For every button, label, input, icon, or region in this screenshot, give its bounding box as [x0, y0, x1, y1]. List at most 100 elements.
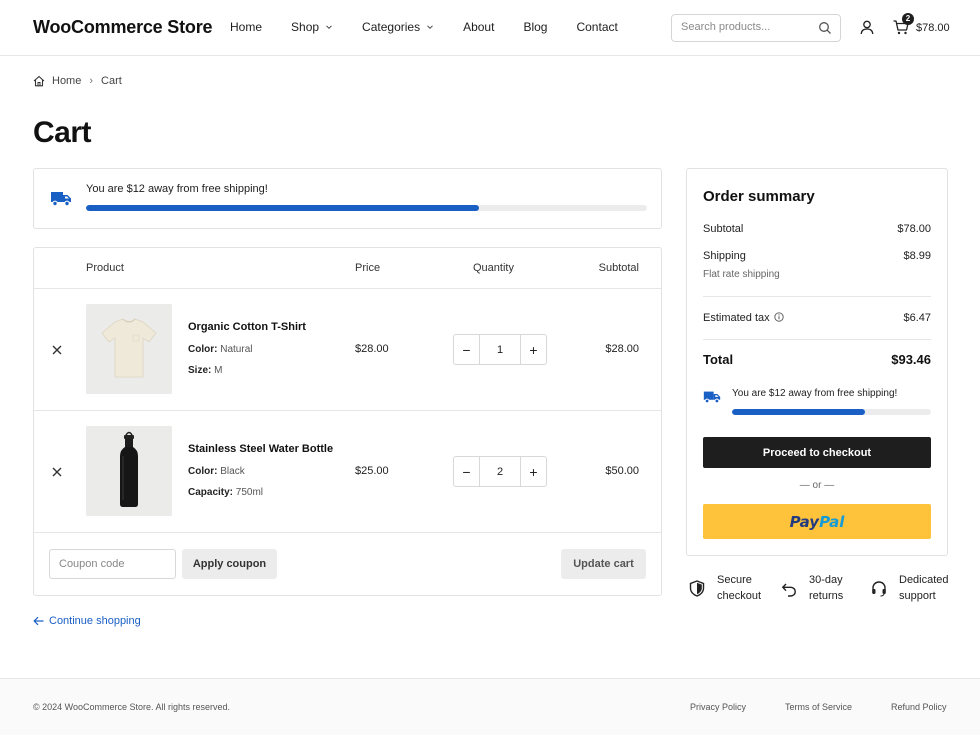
quantity-decrease-button[interactable]: −	[454, 335, 480, 364]
nav-contact[interactable]: Contact	[576, 20, 617, 34]
nav-home-label: Home	[230, 20, 263, 34]
attribute-label: Capacity:	[188, 487, 234, 498]
free-shipping-message: You are $12 away from free shipping!	[86, 183, 268, 195]
summary-divider	[703, 296, 931, 297]
summary-total-label: Total	[703, 352, 734, 367]
site-footer: © 2024 WooCommerce Store. All rights res…	[0, 678, 980, 735]
header-cart-total[interactable]: $78.00	[916, 22, 950, 34]
free-shipping-progress-fill	[732, 409, 866, 415]
water-bottle-image	[86, 426, 172, 516]
trust-line: returns	[809, 590, 844, 602]
quantity-input[interactable]	[480, 335, 520, 364]
search-input[interactable]	[681, 21, 811, 33]
delivery-truck-icon	[51, 192, 71, 207]
nav-contact-label: Contact	[576, 20, 618, 34]
search-box	[671, 14, 841, 42]
header-product: Product	[86, 262, 124, 274]
product-attribute-size: Size: M	[188, 365, 222, 376]
cart-item-row: Organic Cotton T-Shirt Color: Natural Si…	[34, 289, 661, 411]
breadcrumb-home[interactable]: Home	[52, 75, 81, 87]
product-attribute-capacity: Capacity: 750ml	[188, 487, 263, 498]
apply-coupon-button[interactable]: Apply coupon	[182, 549, 277, 579]
quantity-input[interactable]	[480, 457, 520, 486]
summary-tax-value: $6.47	[903, 312, 931, 324]
quantity-decrease-button[interactable]: −	[454, 457, 480, 486]
footer-link-terms[interactable]: Terms of Service	[785, 702, 852, 712]
product-name[interactable]: Stainless Steel Water Bottle	[188, 443, 333, 455]
table-header: Product Price Quantity Subtotal	[34, 248, 661, 289]
proceed-to-checkout-button[interactable]: Proceed to checkout	[703, 437, 931, 468]
product-image-tshirt[interactable]	[86, 304, 172, 394]
trust-support: Dedicated support	[871, 572, 949, 604]
summary-divider	[703, 339, 931, 340]
free-shipping-progress-fill	[86, 205, 479, 211]
attribute-label: Color:	[188, 344, 218, 355]
return-arrow-icon	[781, 583, 796, 597]
paypal-button[interactable]: PayPal	[703, 504, 931, 539]
attribute-value: 750ml	[235, 487, 264, 498]
footer-link-privacy[interactable]: Privacy Policy	[690, 702, 746, 712]
nav-shop[interactable]: Shop	[291, 20, 333, 34]
nav-home[interactable]: Home	[230, 20, 262, 34]
cart-item-row: Stainless Steel Water Bottle Color: Blac…	[34, 411, 661, 533]
update-cart-button[interactable]: Update cart	[561, 549, 646, 579]
line-subtotal: $28.00	[605, 343, 639, 355]
trust-line: Secure	[717, 574, 752, 586]
paypal-logo-pay: Pay	[789, 512, 820, 531]
quantity-stepper: − +	[453, 334, 547, 365]
nav-blog[interactable]: Blog	[523, 20, 547, 34]
trust-line: support	[899, 590, 936, 602]
nav-about-label: About	[463, 20, 495, 34]
delivery-truck-icon	[703, 391, 721, 404]
summary-subtotal-value: $78.00	[897, 223, 931, 235]
remove-item-icon[interactable]	[50, 343, 64, 357]
product-image-bottle[interactable]	[86, 426, 172, 516]
info-icon[interactable]	[773, 312, 784, 322]
trust-line: Dedicated	[899, 574, 949, 586]
summary-shipping-label: Shipping	[703, 250, 746, 262]
summary-subtotal-label: Subtotal	[703, 223, 744, 235]
product-name[interactable]: Organic Cotton T-Shirt	[188, 321, 306, 333]
summary-total-value: $93.46	[891, 352, 931, 367]
paypal-logo-pal: Pal	[819, 512, 845, 531]
product-attribute-color: Color: Black	[188, 466, 245, 477]
order-summary: Order summary Subtotal $78.00 Shipping $…	[686, 168, 948, 556]
trust-returns: 30-day returns	[781, 572, 843, 604]
free-shipping-progress	[86, 205, 647, 211]
coupon-code-input[interactable]	[49, 549, 176, 579]
attribute-value: M	[214, 365, 223, 376]
continue-shopping-label: Continue shopping	[49, 615, 141, 627]
breadcrumb-separator: ›	[89, 75, 94, 87]
header-subtotal: Subtotal	[598, 262, 639, 274]
free-shipping-message: You are $12 away from free shipping!	[732, 388, 898, 399]
continue-shopping-link[interactable]: Continue shopping	[33, 615, 141, 627]
search-icon[interactable]	[818, 21, 832, 35]
main-nav: Home Shop Categories About Blog Contact	[230, 20, 647, 34]
cart-count-badge: 2	[902, 13, 914, 25]
trust-line: 30-day	[809, 574, 843, 586]
free-shipping-progress	[732, 409, 931, 415]
chevron-down-icon	[326, 25, 332, 30]
nav-about[interactable]: About	[463, 20, 494, 34]
remove-item-icon[interactable]	[50, 465, 64, 479]
arrow-left-icon	[33, 616, 44, 626]
shield-icon	[689, 579, 705, 597]
nav-categories[interactable]: Categories	[362, 20, 434, 34]
site-logo[interactable]: WooCommerce Store	[33, 17, 213, 38]
footer-link-refund[interactable]: Refund Policy	[891, 702, 947, 712]
chevron-down-icon	[427, 25, 433, 30]
tshirt-image	[86, 304, 172, 394]
attribute-label: Color:	[188, 466, 218, 477]
nav-blog-label: Blog	[523, 20, 548, 34]
attribute-label: Size:	[188, 365, 212, 376]
quantity-increase-button[interactable]: +	[520, 335, 546, 364]
quantity-increase-button[interactable]: +	[520, 457, 546, 486]
product-price: $28.00	[355, 343, 389, 355]
trust-line: checkout	[717, 590, 762, 602]
breadcrumb-current: Cart	[101, 75, 122, 87]
free-shipping-notice: You are $12 away from free shipping!	[33, 168, 662, 229]
nav-categories-label: Categories	[362, 20, 421, 34]
summary-shipping-value: $8.99	[903, 250, 931, 262]
page-title: Cart	[33, 116, 92, 149]
user-account-icon[interactable]	[860, 20, 874, 35]
